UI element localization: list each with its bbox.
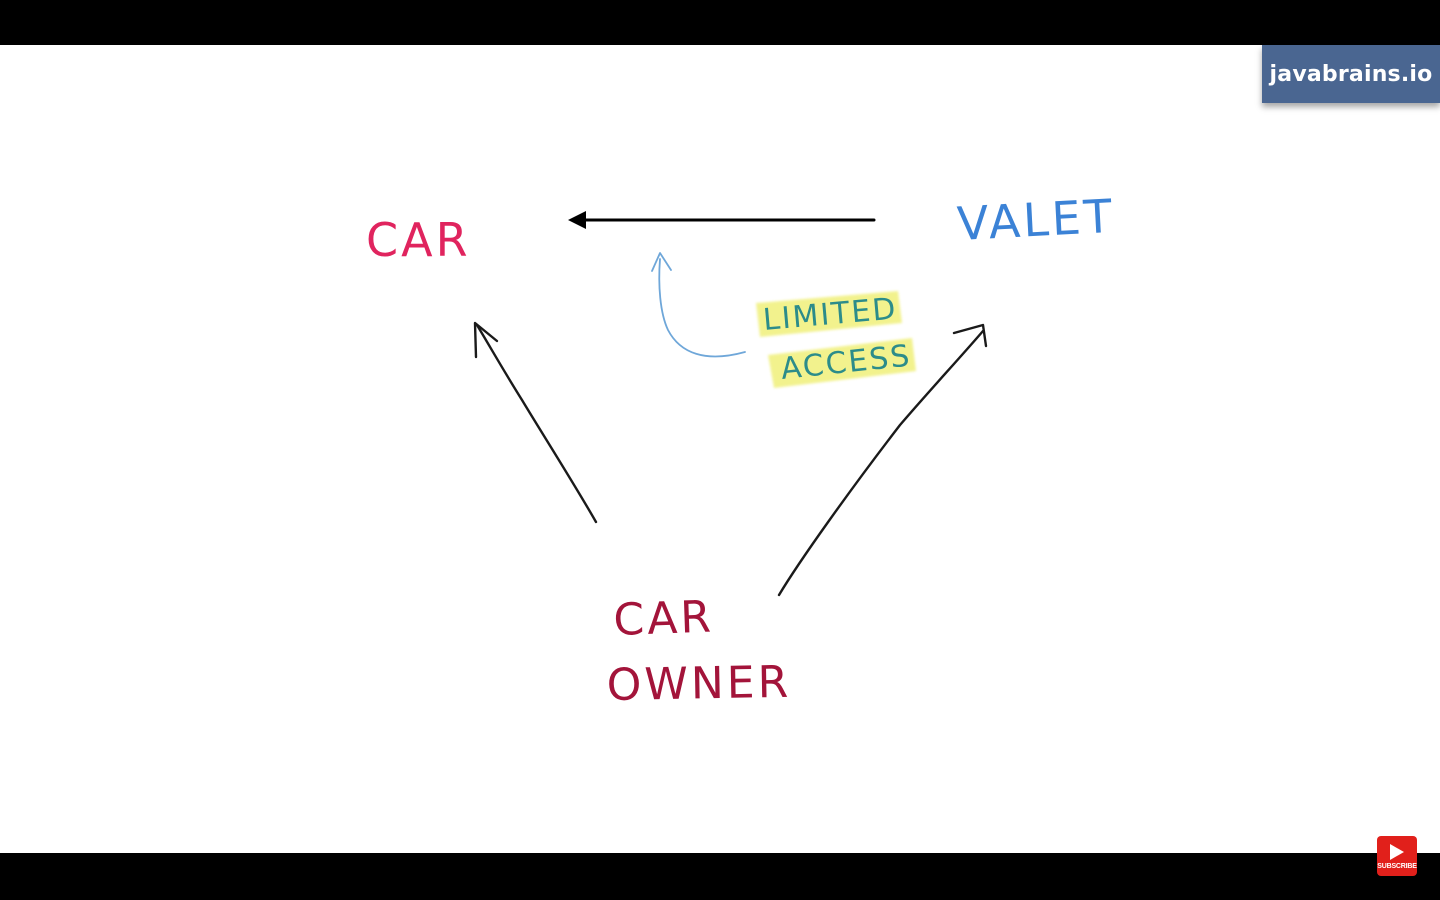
arrowhead-icon	[651, 252, 672, 272]
diagram-canvas: CAR VALET LIMITED ACCESS CAR OWNER javab…	[0, 45, 1440, 853]
node-car-label: CAR	[366, 213, 471, 267]
letterbox-top	[0, 0, 1440, 45]
edge-valet-to-car	[568, 211, 876, 229]
arrowhead-icon	[568, 211, 586, 229]
edge-owner-to-car	[473, 321, 598, 524]
subscribe-label: SUBSCRIBE	[1377, 863, 1417, 870]
annotation-line-1: LIMITED	[762, 291, 899, 338]
annotation-line-2: ACCESS	[779, 338, 913, 386]
play-icon	[1390, 844, 1404, 860]
node-owner-line-2: OWNER	[606, 657, 791, 711]
brand-label: javabrains.io	[1269, 61, 1433, 87]
brand-badge[interactable]: javabrains.io	[1262, 45, 1440, 103]
node-owner-line-1: CAR	[613, 592, 715, 646]
video-frame: CAR VALET LIMITED ACCESS CAR OWNER javab…	[0, 0, 1440, 900]
annotation-arrow	[651, 252, 746, 358]
diagram-svg: CAR VALET LIMITED ACCESS CAR OWNER	[366, 189, 1116, 711]
letterbox-bottom	[0, 853, 1440, 900]
arrowhead-icon	[952, 323, 988, 348]
node-valet-label: VALET	[956, 189, 1116, 251]
subscribe-button[interactable]: SUBSCRIBE	[1377, 836, 1417, 876]
